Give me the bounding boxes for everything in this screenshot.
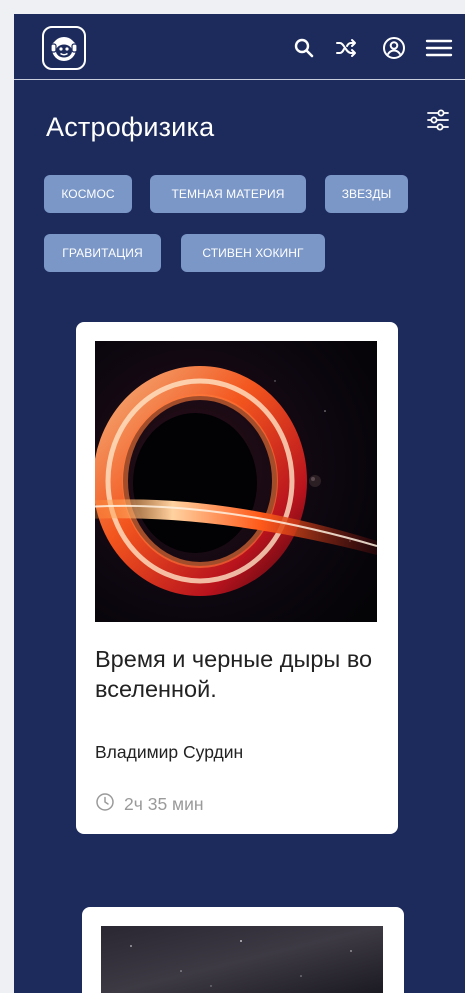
lecture-author: Владимир Сурдин	[95, 742, 244, 762]
menu-icon[interactable]	[425, 36, 453, 60]
lecture-card[interactable]: Время и черные дыры во вселенной. Владим…	[76, 322, 398, 834]
page-title: Астрофизика	[46, 112, 215, 142]
monkey-logo-icon[interactable]	[42, 26, 86, 70]
sliders-icon[interactable]	[425, 107, 451, 133]
search-icon[interactable]	[292, 36, 316, 60]
tag-dark-matter[interactable]: ТЕМНАЯ МАТЕРИЯ	[150, 175, 306, 213]
tag-stars[interactable]: ЗВЕЗДЫ	[325, 175, 408, 213]
app-screen: Астрофизика КОСМОС ТЕМНАЯ МАТЕРИЯ ЗВЕЗДЫ…	[14, 14, 465, 993]
account-icon[interactable]	[382, 36, 406, 60]
duration-text: 2ч 35 мин	[124, 793, 204, 814]
top-bar	[14, 14, 465, 80]
starry-sky-image	[101, 926, 383, 993]
tag-stephen-hawking[interactable]: СТИВЕН ХОКИНГ	[181, 234, 325, 272]
tag-gravity[interactable]: ГРАВИТАЦИЯ	[44, 234, 161, 272]
lecture-duration: 2ч 35 мин	[95, 792, 204, 816]
clock-icon	[95, 792, 115, 817]
shuffle-icon[interactable]	[334, 36, 358, 60]
lecture-card[interactable]	[82, 907, 404, 993]
tag-kosmos[interactable]: КОСМОС	[44, 175, 132, 213]
lecture-title: Время и черные дыры во вселенной.	[95, 646, 373, 702]
black-hole-image	[84, 341, 378, 622]
